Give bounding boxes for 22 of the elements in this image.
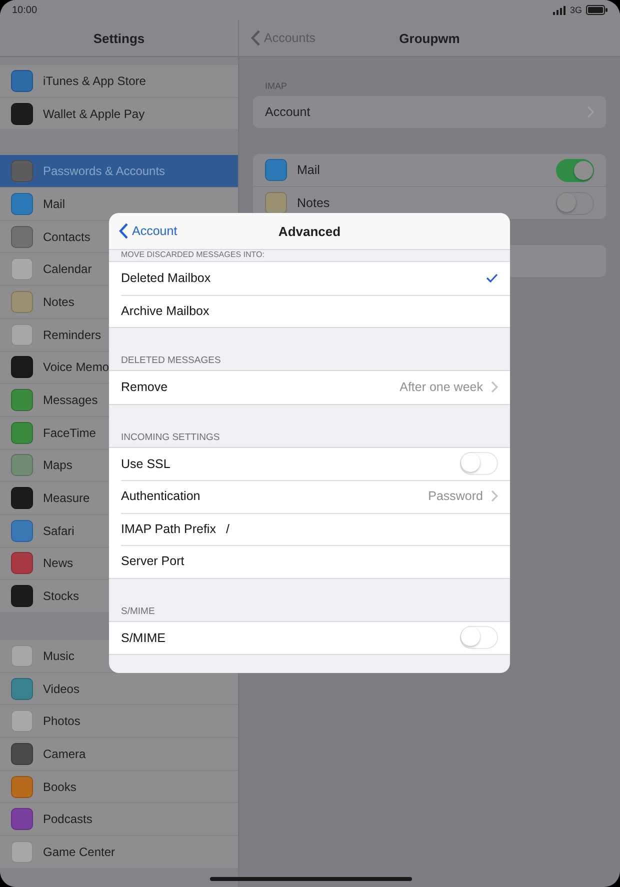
row-value: Password [428, 489, 483, 504]
page-title: Groupwm [399, 30, 460, 46]
row-label: Authentication [121, 489, 200, 504]
row-label: Notes [297, 196, 331, 210]
sidebar-title: Settings [93, 30, 145, 46]
row-label: Use SSL [121, 456, 170, 471]
status-time: 10:00 [12, 4, 38, 16]
row-label: S/MIME [121, 630, 166, 645]
section-header: MOVE DISCARDED MESSAGES INTO: [120, 250, 266, 261]
row-label: Deleted Mailbox [121, 271, 211, 286]
row-label: Server Port [121, 554, 184, 568]
row-label: Mail [297, 163, 321, 177]
row-label: Account [265, 105, 312, 119]
row-label: Archive Mailbox [121, 304, 210, 318]
row-label: Remove [121, 380, 168, 394]
sheet-title: Advanced [278, 224, 341, 238]
row-value: After one week [400, 380, 483, 394]
network-label: 3G [570, 5, 582, 15]
row-label: IMAP Path Prefix [121, 522, 216, 536]
section-header: S/MIME [120, 604, 156, 618]
section-header: INCOMING SETTINGS [120, 430, 221, 444]
section-header: DELETED MESSAGES [120, 354, 222, 368]
